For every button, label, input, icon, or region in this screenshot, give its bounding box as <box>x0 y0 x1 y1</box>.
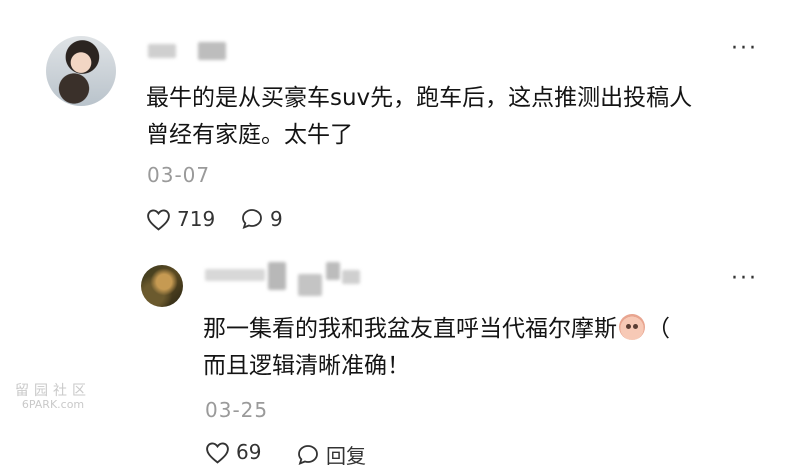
username-blurred[interactable] <box>205 269 265 281</box>
reply-label: 回复 <box>326 444 366 468</box>
reply-count-button[interactable]: 9 <box>240 207 283 231</box>
comment-date: 03-25 <box>205 398 269 422</box>
watermark-glyphs: 留园社区 <box>15 383 91 399</box>
heart-icon <box>147 208 170 231</box>
username-blurred[interactable] <box>268 262 286 290</box>
comment-body: 最牛的是从买豪车suv先，跑车后，这点推测出投稿人 曾经有家庭。太牛了 <box>146 80 692 154</box>
more-icon[interactable]: ··· <box>731 36 758 61</box>
face-emoji-icon <box>619 314 645 340</box>
watermark: 留园社区 6PARK.com <box>8 384 98 412</box>
username-blurred[interactable] <box>326 262 340 280</box>
comment-line: 最牛的是从买豪车suv先，跑车后，这点推测出投稿人 <box>146 85 693 111</box>
heart-icon <box>206 441 229 464</box>
comment-line: 曾经有家庭。太牛了 <box>146 122 353 148</box>
like-button[interactable]: 719 <box>146 207 215 231</box>
comment-bubble-icon <box>242 209 262 230</box>
comment-date: 03-07 <box>147 163 211 187</box>
avatar[interactable] <box>141 265 183 307</box>
username-blurred[interactable] <box>342 270 360 284</box>
like-count: 719 <box>177 207 216 231</box>
reply-count: 9 <box>270 207 283 231</box>
comment-bubble-icon <box>298 444 318 465</box>
comment-line: 那一集看的我和我盆友直呼当代福尔摩斯（ <box>203 314 670 342</box>
avatar[interactable] <box>46 36 116 106</box>
watermark-site: 6PARK.com <box>21 398 85 411</box>
username-blurred[interactable] <box>198 42 226 60</box>
comment-body: 那一集看的我和我盆友直呼当代福尔摩斯（ 而且逻辑清晰准确！ <box>203 311 670 385</box>
more-icon[interactable]: ··· <box>731 266 758 291</box>
username-blurred[interactable] <box>298 274 322 296</box>
like-count: 69 <box>236 440 262 464</box>
username-blurred[interactable] <box>148 44 176 58</box>
comment-line: 而且逻辑清晰准确！ <box>203 353 410 379</box>
like-button[interactable]: 69 <box>205 440 261 464</box>
reply-button[interactable]: 回复 <box>296 440 366 469</box>
